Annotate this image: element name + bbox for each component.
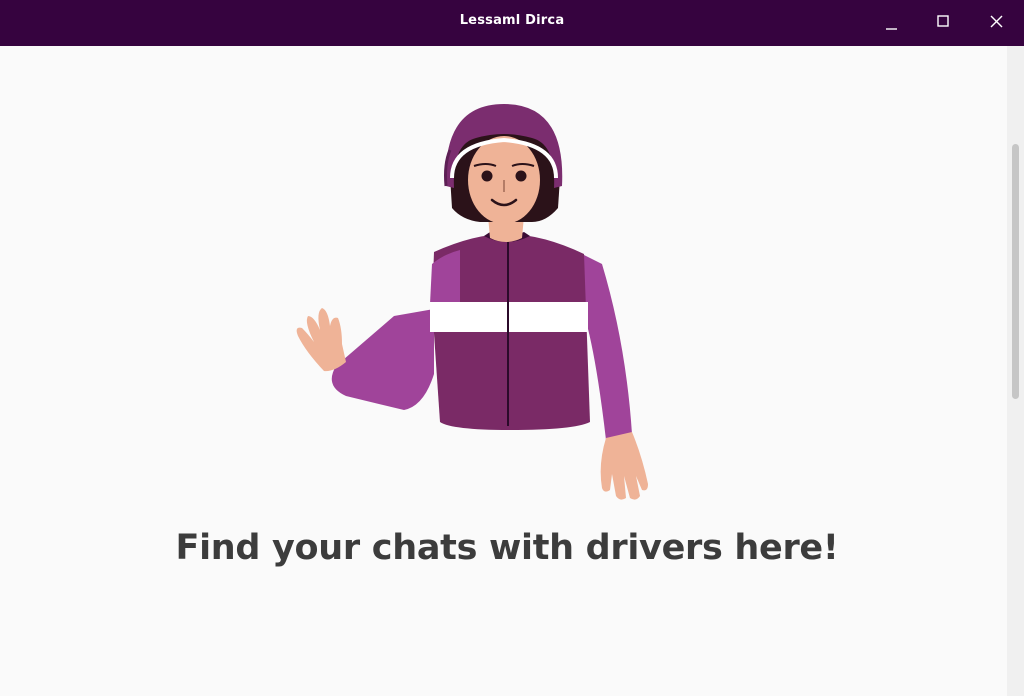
scrollbar-thumb[interactable]	[1012, 144, 1019, 399]
minimize-icon	[886, 28, 897, 30]
title-bar[interactable]: Lessaml Dirca	[0, 0, 1024, 46]
vertical-scrollbar[interactable]	[1007, 46, 1024, 696]
raised-arm	[296, 308, 434, 410]
close-icon	[990, 15, 1003, 28]
driver-waving-illustration	[296, 104, 648, 500]
main-content: Find your chats with drivers here!	[0, 46, 1007, 696]
jacket	[430, 232, 590, 430]
maximize-icon	[937, 15, 949, 27]
app-window: Lessaml Dirca Find your chats with drive…	[0, 0, 1024, 696]
minimize-button[interactable]	[866, 0, 916, 46]
lowered-arm	[582, 254, 648, 500]
close-button[interactable]	[971, 0, 1021, 46]
empty-state-headline: Find your chats with drivers here!	[175, 528, 839, 568]
maximize-button[interactable]	[918, 0, 968, 46]
